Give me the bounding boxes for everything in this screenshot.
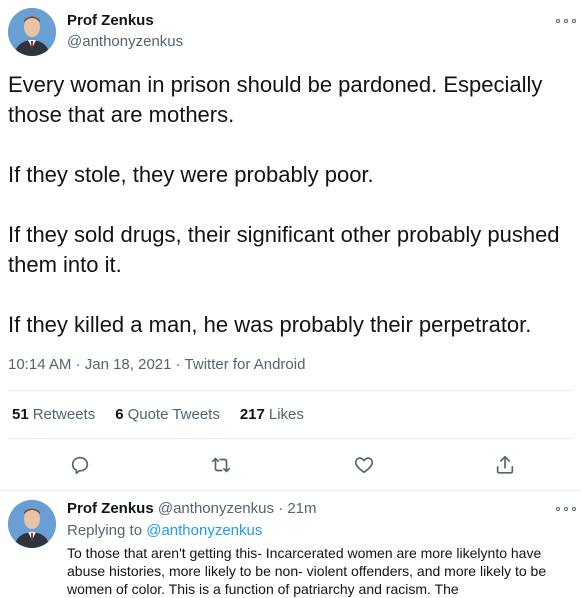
likes-count: 217 <box>239 406 265 423</box>
divider <box>8 390 573 391</box>
tweet-paragraph: Every woman in prison should be pardoned… <box>8 72 543 127</box>
reply-more-options-icon[interactable] <box>556 504 576 514</box>
more-options-icon[interactable] <box>556 16 576 26</box>
retweet-icon <box>211 457 231 473</box>
meta-separator: · <box>171 356 185 373</box>
divider <box>8 438 573 439</box>
replying-to-label: Replying to <box>67 522 147 539</box>
share-icon <box>496 455 514 474</box>
tweet-text: Every woman in prison should be pardoned… <box>8 70 573 340</box>
reply-author-name[interactable]: Prof Zenkus <box>67 500 154 517</box>
likes-stat[interactable]: 217 Likes <box>240 406 304 423</box>
reply-time[interactable]: 21m <box>287 500 316 517</box>
tweet-date[interactable]: Jan 18, 2021 <box>85 356 172 373</box>
reply-separator: · <box>274 500 288 517</box>
meta-separator: · <box>71 356 85 373</box>
reply-text: To those that aren't getting this- Incar… <box>67 545 547 597</box>
reply-author-handle[interactable]: @anthonyzenkus <box>158 500 274 517</box>
retweets-stat[interactable]: 51 Retweets <box>12 406 95 423</box>
reply-icon <box>71 456 89 475</box>
reply-button[interactable] <box>67 452 93 478</box>
likes-label: Likes <box>268 406 304 423</box>
replying-to: Replying to @anthonyzenkus <box>67 522 262 539</box>
tweet-meta: 10:14 AM · Jan 18, 2021 · Twitter for An… <box>8 356 305 373</box>
reply-author-avatar[interactable] <box>8 500 56 548</box>
quote-tweets-stat[interactable]: 6 Quote Tweets <box>115 406 220 423</box>
quote-tweets-count: 6 <box>115 406 124 423</box>
tweet-paragraph: If they sold drugs, their significant ot… <box>8 222 560 277</box>
author-name[interactable]: Prof Zenkus <box>67 12 154 29</box>
reply-header: Prof Zenkus @anthonyzenkus · 21m <box>67 500 317 517</box>
like-icon <box>354 457 374 474</box>
tweet-stats: 51 Retweets 6 Quote Tweets 217 Likes <box>12 406 324 423</box>
retweet-button[interactable] <box>208 452 234 478</box>
like-button[interactable] <box>351 452 377 478</box>
replying-to-handle[interactable]: @anthonyzenkus <box>146 522 262 539</box>
tweet-paragraph: If they stole, they were probably poor. <box>8 162 374 187</box>
divider <box>0 490 581 491</box>
tweet-source[interactable]: Twitter for Android <box>185 356 306 373</box>
tweet-actions <box>0 452 581 478</box>
author-avatar[interactable] <box>8 8 56 56</box>
author-handle[interactable]: @anthonyzenkus <box>67 33 183 50</box>
retweets-count: 51 <box>12 406 29 423</box>
retweets-label: Retweets <box>32 406 96 423</box>
quote-tweets-label: Quote Tweets <box>127 406 220 423</box>
tweet-time[interactable]: 10:14 AM <box>8 356 71 373</box>
tweet-paragraph: If they killed a man, he was probably th… <box>8 312 532 337</box>
share-button[interactable] <box>492 452 518 478</box>
